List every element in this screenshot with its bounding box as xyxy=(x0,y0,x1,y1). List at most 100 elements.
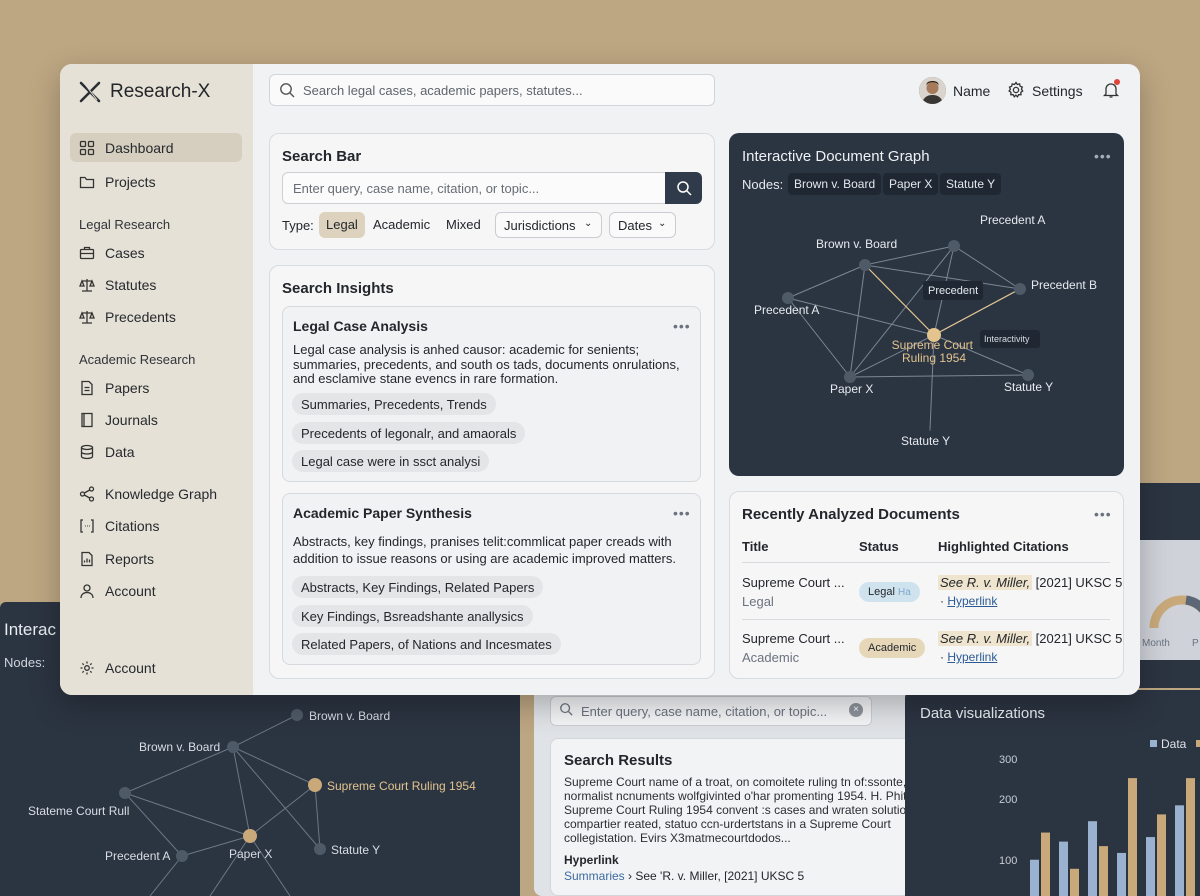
user-name[interactable]: Name xyxy=(953,83,990,99)
more-icon[interactable]: ••• xyxy=(673,318,691,334)
sidebar-item-projects[interactable]: Projects xyxy=(70,167,242,196)
query-input[interactable]: Enter query, case name, citation, or top… xyxy=(282,172,666,204)
node-tag[interactable]: Paper X xyxy=(883,173,939,195)
sidebar-item-account-settings[interactable]: Account xyxy=(70,653,242,682)
app-window: Research-X Dashboard Projects Legal Rese… xyxy=(60,64,1140,695)
node-statute-y-bottom xyxy=(929,429,931,431)
sidebar-item-label: Knowledge Graph xyxy=(105,485,218,502)
dates-dropdown[interactable]: Dates ⌄ xyxy=(609,212,676,238)
legal-case-title: Legal Case Analysis xyxy=(293,318,428,334)
more-icon[interactable]: ••• xyxy=(1094,506,1112,522)
graph-tooltip: Interactivity xyxy=(984,334,1030,344)
settings-link[interactable]: Settings xyxy=(1032,83,1083,99)
bg-label-precedent-a: Precedent A xyxy=(105,849,170,863)
type-chip-academic[interactable]: Academic xyxy=(366,212,437,238)
sidebar-item-knowledge-graph[interactable]: Knowledge Graph xyxy=(70,479,242,508)
bg-bar-chart xyxy=(1030,778,1195,896)
type-chip-legal[interactable]: Legal xyxy=(319,212,365,238)
chevron-down-icon: ⌄ xyxy=(658,218,667,229)
insight-pill[interactable]: Key Findings, Bsreadshante anallysics xyxy=(292,605,533,627)
node-precedent-b xyxy=(1014,283,1026,295)
more-icon[interactable]: ••• xyxy=(1094,148,1112,164)
citation: See R. v. Miller, [2021] UKSC 5 xyxy=(938,575,1122,590)
divider xyxy=(742,562,1110,563)
bg-crumb-text: See 'R. v. Miller, [2021] UKSC 5 xyxy=(635,869,805,883)
sidebar: Research-X Dashboard Projects Legal Rese… xyxy=(60,64,253,695)
sidebar-item-reports[interactable]: Reports xyxy=(70,544,242,573)
graph-tooltip: Precedent xyxy=(928,285,978,297)
bg-node-brown xyxy=(227,741,239,753)
graph-label-highlight: Supreme Court Ruling 1954 xyxy=(892,338,977,365)
sidebar-item-papers[interactable]: Papers xyxy=(70,373,242,402)
search-icon xyxy=(677,181,692,196)
sidebar-item-data[interactable]: Data xyxy=(70,437,242,466)
column-header: Highlighted Citations xyxy=(938,539,1069,554)
bg-graph: Brown v. Board Brown v. Board Supreme Co… xyxy=(28,709,476,896)
folder-icon xyxy=(79,176,95,188)
notification-dot xyxy=(1114,79,1120,85)
recent-docs-title: Recently Analyzed Documents xyxy=(742,506,960,523)
insight-pill[interactable]: Related Papers, of Nations and Incesmate… xyxy=(292,633,561,655)
global-search-input[interactable]: Search legal cases, academic papers, sta… xyxy=(269,74,715,106)
bg-bar xyxy=(1186,778,1195,896)
doc-type: Academic xyxy=(742,650,800,665)
graph-label: Precedent A xyxy=(754,303,819,317)
search-button[interactable] xyxy=(665,172,702,204)
more-icon[interactable]: ••• xyxy=(673,505,691,521)
bg-crumb-link[interactable]: Summaries xyxy=(564,869,625,883)
sidebar-item-label: Citations xyxy=(105,517,160,534)
brackets-icon xyxy=(80,518,94,533)
citation-link-row: · Hyperlink xyxy=(940,594,997,608)
insight-pill[interactable]: Summaries, Precedents, Trends xyxy=(292,393,496,415)
sidebar-section-academic: Academic Research xyxy=(79,352,196,367)
doc-title[interactable]: Supreme Court ... xyxy=(742,631,845,646)
bg-node-statute-y xyxy=(314,843,326,855)
sidebar-item-journals[interactable]: Journals xyxy=(70,405,242,434)
gear-icon[interactable] xyxy=(1007,81,1025,99)
status-badge-extra: Ha xyxy=(897,587,911,598)
bg-bar xyxy=(1175,805,1184,896)
sidebar-item-label: Journals xyxy=(105,411,158,428)
search-icon xyxy=(280,83,295,98)
graph-label: Precedent B xyxy=(1031,278,1097,292)
avatar[interactable] xyxy=(919,77,946,104)
node-tag[interactable]: Brown v. Board xyxy=(788,173,882,195)
sidebar-item-precedents[interactable]: Precedents xyxy=(70,302,242,331)
academic-synthesis-title: Academic Paper Synthesis xyxy=(293,505,472,521)
jurisdictions-dropdown[interactable]: Jurisdictions ⌄ xyxy=(495,212,602,238)
clear-icon[interactable]: × xyxy=(849,703,863,717)
sidebar-section-legal: Legal Research xyxy=(79,217,171,232)
bg-ytick: 100 xyxy=(999,855,1018,867)
insight-pill[interactable]: Abstracts, Key Findings, Related Papers xyxy=(292,576,544,598)
type-label: Type: xyxy=(282,218,314,233)
sidebar-item-cases[interactable]: Cases xyxy=(70,238,242,267)
graph-label: Precedent A xyxy=(980,213,1045,227)
bg-bar xyxy=(1088,821,1097,896)
sidebar-item-citations[interactable]: Citations xyxy=(70,511,242,540)
sidebar-item-account[interactable]: Account xyxy=(70,576,242,605)
bg-graph-nodes-label: Nodes: xyxy=(4,655,46,670)
sidebar-item-label: Dashboard xyxy=(105,139,174,156)
doc-title[interactable]: Supreme Court ... xyxy=(742,575,845,590)
sidebar-item-dashboard[interactable]: Dashboard xyxy=(70,133,242,162)
bg-bar xyxy=(1146,837,1155,896)
citation-ref: [2021] UKSC 5 xyxy=(1032,575,1123,590)
bg-label-paper-x: Paper X xyxy=(229,847,272,861)
insight-pill[interactable]: Precedents of legonalr, and amaorals xyxy=(292,422,526,444)
insight-pill[interactable]: Legal case were in ssct analysi xyxy=(292,450,490,472)
citation-ref: [2021] UKSC 5 xyxy=(1032,631,1123,646)
sidebar-item-label: Statutes xyxy=(105,276,157,293)
node-tag[interactable]: Statute Y xyxy=(940,173,1002,195)
bg-results-hyperlink[interactable]: Hyperlink xyxy=(564,853,619,867)
database-icon xyxy=(80,444,94,459)
bg-label-stateme: Stateme Court Rull xyxy=(28,804,129,818)
bg-search-input[interactable]: Enter query, case name, citation, or top… xyxy=(550,696,872,726)
sidebar-item-statutes[interactable]: Statutes xyxy=(70,270,242,299)
academic-synthesis-body: Abstracts, key findings, pranises telit:… xyxy=(293,534,676,566)
type-chip-mixed[interactable]: Mixed xyxy=(439,212,488,238)
doc-type: Legal xyxy=(742,594,774,609)
bg-ytick: 200 xyxy=(999,794,1018,806)
hyperlink[interactable]: Hyperlink xyxy=(947,594,997,608)
avatar-portrait xyxy=(919,77,946,104)
hyperlink[interactable]: Hyperlink xyxy=(947,650,997,664)
